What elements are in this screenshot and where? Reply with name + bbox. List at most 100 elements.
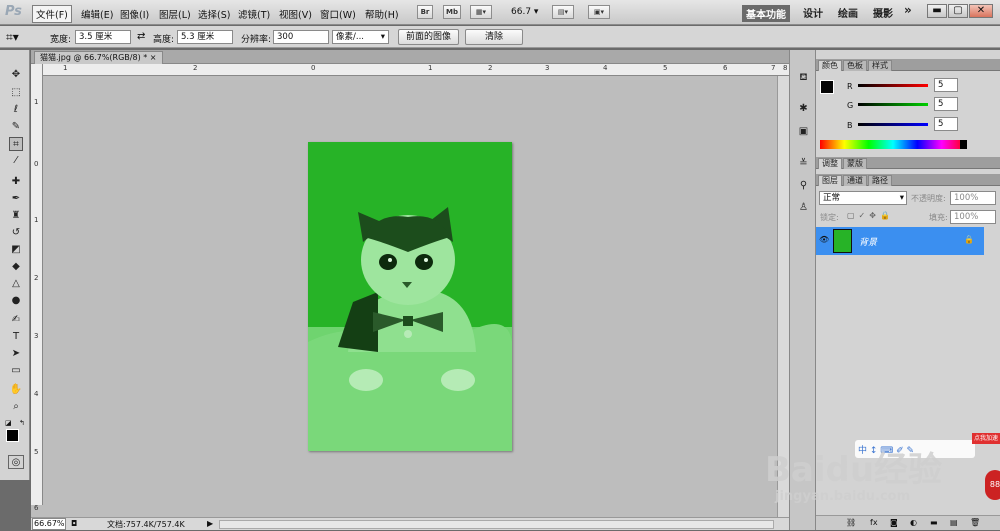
hand-tool-icon[interactable]: ✋ bbox=[9, 383, 23, 397]
blur-tool-icon[interactable]: △ bbox=[9, 277, 23, 291]
zoom-level-dropdown[interactable]: 66.7 ▾ bbox=[511, 7, 538, 17]
layer-row-background[interactable]: 👁 背景 🔒 bbox=[816, 227, 984, 255]
blue-slider[interactable] bbox=[858, 123, 928, 126]
more-workspaces-button[interactable]: » bbox=[904, 3, 912, 17]
bridge-button[interactable]: Br bbox=[417, 5, 433, 19]
color-spectrum-bar[interactable] bbox=[820, 140, 966, 149]
menu-filter[interactable]: 滤镜(T) bbox=[234, 5, 274, 23]
menu-help[interactable]: 帮助(H) bbox=[361, 5, 403, 23]
tab-layers[interactable]: 图层 bbox=[818, 175, 842, 186]
speed-badge[interactable]: 点我加速 bbox=[972, 433, 1000, 444]
canvas[interactable] bbox=[43, 76, 777, 505]
quick-mask-icon[interactable]: ◎ bbox=[8, 455, 24, 469]
eyedropper-tool-icon[interactable]: ⁄ bbox=[9, 154, 23, 168]
marquee-tool-icon[interactable]: ⬚ bbox=[9, 86, 23, 100]
restore-button[interactable]: ▢ bbox=[948, 4, 968, 18]
clone-stamp-tool-icon[interactable]: ♜ bbox=[9, 209, 23, 223]
spectrum-black-swatch[interactable] bbox=[960, 140, 967, 149]
delete-layer-icon[interactable]: 🗑 bbox=[970, 518, 980, 527]
menu-layer[interactable]: 图层(L) bbox=[155, 5, 195, 23]
new-layer-icon[interactable]: ▤ bbox=[950, 518, 958, 527]
red-value[interactable]: 5 bbox=[934, 78, 958, 92]
tab-swatches[interactable]: 色板 bbox=[843, 60, 867, 71]
status-snapshot-icon[interactable]: ◘ bbox=[71, 519, 77, 528]
fill-field[interactable]: 100% bbox=[950, 210, 996, 224]
path-selection-tool-icon[interactable]: ➤ bbox=[9, 347, 23, 361]
mini-bridge-button[interactable]: Mb bbox=[443, 5, 461, 19]
workspace-photography[interactable]: 摄影 bbox=[873, 5, 893, 20]
healing-brush-tool-icon[interactable]: ✚ bbox=[9, 175, 23, 189]
height-field[interactable]: 5.3 厘米 bbox=[177, 30, 233, 44]
link-layers-icon[interactable]: ⛓ bbox=[846, 518, 856, 527]
crop-tool-icon[interactable]: ⌗ bbox=[9, 137, 23, 151]
menu-view[interactable]: 视图(V) bbox=[275, 5, 316, 23]
cat-photo[interactable] bbox=[308, 142, 512, 451]
menu-image[interactable]: 图像(I) bbox=[116, 5, 153, 23]
navigator-panel-icon[interactable]: ✱ bbox=[796, 103, 811, 116]
new-adjustment-icon[interactable]: ◐ bbox=[910, 518, 917, 527]
opacity-field[interactable]: 100% bbox=[950, 191, 996, 205]
layer-visibility-eye-icon[interactable]: 👁 bbox=[819, 235, 829, 244]
menu-edit[interactable]: 编辑(E) bbox=[77, 5, 117, 23]
width-field[interactable]: 3.5 厘米 bbox=[75, 30, 131, 44]
adjustments-panel-icon[interactable]: ≚ bbox=[796, 158, 811, 171]
resolution-unit-select[interactable]: 像素/... ▾ bbox=[332, 30, 389, 44]
arrange-documents-button[interactable]: ▤▾ bbox=[552, 5, 574, 19]
pen-tool-icon[interactable]: ✍ bbox=[9, 313, 23, 327]
foreground-color-swatch[interactable] bbox=[6, 429, 19, 442]
tab-color[interactable]: 颜色 bbox=[818, 60, 842, 71]
zoom-tool-icon[interactable]: ⌕ bbox=[9, 400, 23, 414]
swap-colors-icon[interactable]: ↰ bbox=[19, 419, 25, 427]
image-panel-icon[interactable]: ▣ bbox=[796, 126, 811, 139]
workspace-painting[interactable]: 绘画 bbox=[838, 5, 858, 20]
menu-file[interactable]: 文件(F) bbox=[32, 5, 72, 23]
quick-select-tool-icon[interactable]: ✎ bbox=[9, 120, 23, 134]
view-extras-button[interactable]: ▦▾ bbox=[470, 5, 492, 19]
clone-source-panel-icon[interactable]: ♙ bbox=[796, 202, 811, 215]
new-group-icon[interactable]: ▬ bbox=[930, 518, 938, 527]
eraser-tool-icon[interactable]: ◩ bbox=[9, 243, 23, 257]
red-slider[interactable] bbox=[858, 84, 928, 87]
workspace-essentials[interactable]: 基本功能 bbox=[742, 5, 790, 22]
screen-mode-button[interactable]: ▣▾ bbox=[588, 5, 610, 19]
zoom-percent-field[interactable]: 66.67% bbox=[32, 518, 66, 530]
brush-tool-icon[interactable]: ✒ bbox=[9, 192, 23, 206]
clear-button[interactable]: 清除 bbox=[465, 29, 523, 45]
green-slider[interactable] bbox=[858, 103, 928, 106]
tab-paths[interactable]: 路径 bbox=[868, 175, 892, 186]
workspace-design[interactable]: 设计 bbox=[803, 5, 823, 20]
type-tool-icon[interactable]: T bbox=[9, 330, 23, 344]
history-brush-tool-icon[interactable]: ↺ bbox=[9, 226, 23, 240]
paint-bucket-tool-icon[interactable]: ◆ bbox=[9, 260, 23, 274]
default-colors-icon[interactable]: ◪ bbox=[5, 419, 12, 427]
lock-options-icon[interactable]: ▢✓✥🔒 bbox=[847, 211, 894, 220]
menu-window[interactable]: 窗口(W) bbox=[316, 5, 360, 23]
green-value[interactable]: 5 bbox=[934, 97, 958, 111]
blue-value[interactable]: 5 bbox=[934, 117, 958, 131]
menu-select[interactable]: 选择(S) bbox=[194, 5, 234, 23]
tab-channels[interactable]: 通道 bbox=[843, 175, 867, 186]
blend-mode-select[interactable]: 正常 ▾ bbox=[819, 191, 907, 205]
tab-adjustments[interactable]: 调整 bbox=[818, 158, 842, 169]
lasso-tool-icon[interactable]: ℓ bbox=[9, 103, 23, 117]
resolution-field[interactable]: 300 bbox=[273, 30, 329, 44]
history-panel-icon[interactable]: ⛾ bbox=[796, 72, 811, 85]
tab-masks[interactable]: 蒙版 bbox=[843, 158, 867, 169]
paths-panel-icon[interactable]: ⚲ bbox=[796, 180, 811, 193]
crop-tool-preset-icon[interactable]: ⌗▾ bbox=[6, 30, 19, 45]
move-tool-icon[interactable]: ✥ bbox=[9, 68, 23, 82]
horizontal-scrollbar[interactable] bbox=[219, 520, 774, 529]
add-mask-icon[interactable]: ◙ bbox=[890, 518, 898, 527]
tab-styles[interactable]: 样式 bbox=[868, 60, 892, 71]
layer-name[interactable]: 背景 bbox=[859, 235, 877, 248]
swap-dimensions-icon[interactable]: ⇄ bbox=[137, 31, 145, 42]
status-menu-arrow-icon[interactable]: ▶ bbox=[207, 519, 213, 528]
minimize-button[interactable]: ▬ bbox=[927, 4, 947, 18]
speed-ball-icon[interactable]: 88 bbox=[985, 470, 1000, 500]
add-style-icon[interactable]: fx bbox=[870, 518, 878, 527]
shape-tool-icon[interactable]: ▭ bbox=[9, 364, 23, 378]
color-panel-foreground-swatch[interactable] bbox=[820, 80, 834, 94]
dodge-tool-icon[interactable]: ● bbox=[9, 294, 23, 308]
close-window-button[interactable]: ✕ bbox=[969, 4, 993, 18]
close-tab-icon[interactable]: × bbox=[150, 53, 157, 62]
